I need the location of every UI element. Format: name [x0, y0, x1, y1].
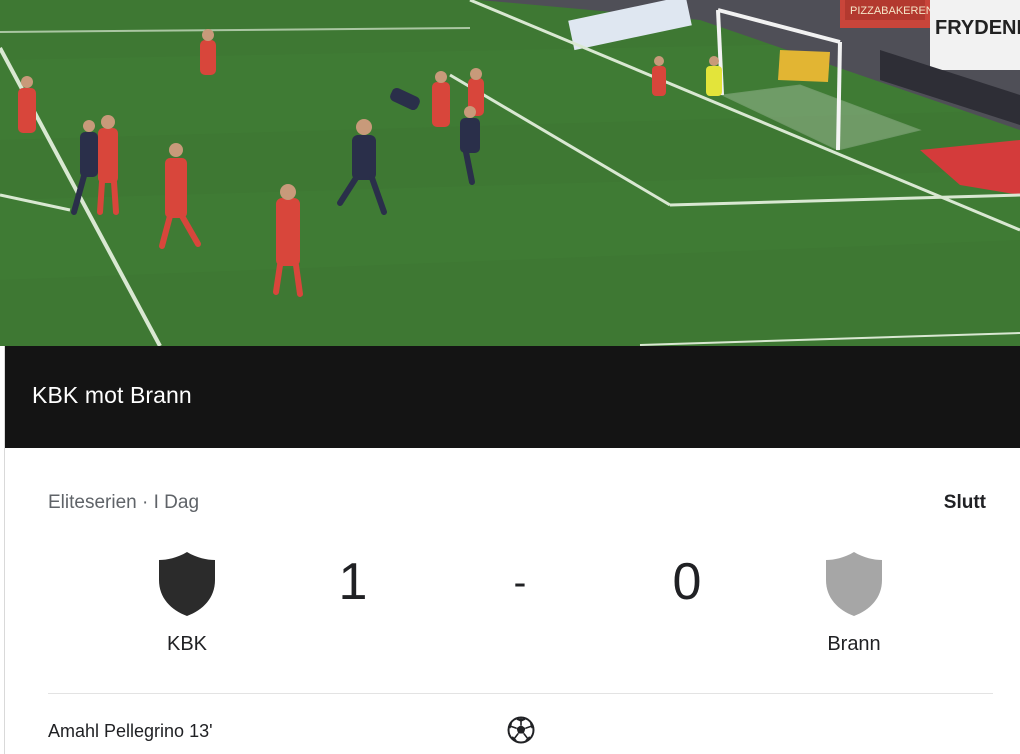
home-crest-shape	[159, 552, 215, 616]
league-date: Eliteserien · I Dag	[48, 492, 200, 513]
away-score: 0	[672, 553, 702, 611]
divider	[48, 693, 993, 694]
ad-board-frydenbo-text: FRYDENBO	[935, 17, 1020, 39]
away-crest-shape	[826, 552, 882, 616]
ad-board-pizzabakeren-text: PIZZABAKEREN	[850, 5, 934, 17]
soccer-ball-icon	[507, 716, 535, 744]
home-team-name[interactable]: KBK	[117, 633, 257, 656]
away-team-name[interactable]: Brann	[784, 633, 924, 656]
match-status: Slutt	[943, 492, 986, 513]
match-video-frame[interactable]: PIZZABAKEREN FRYDENBO	[0, 0, 1020, 346]
home-score: 1	[338, 553, 368, 611]
match-card-header: KBK mot Brann	[5, 346, 1020, 448]
score-separator: -	[513, 562, 527, 604]
home-team-crest-icon[interactable]	[157, 550, 217, 618]
away-team-crest-icon[interactable]	[824, 550, 884, 618]
ad-board-pizzabakeren: PIZZABAKEREN	[845, 0, 934, 20]
match-card[interactable]: KBK mot Brann Eliteserien · I Dag Slutt …	[4, 346, 1020, 754]
pitch-scene: PIZZABAKEREN FRYDENBO	[0, 0, 1020, 346]
match-title[interactable]: KBK mot Brann	[32, 382, 192, 409]
goal-scorer-home: Amahl Pellegrino 13'	[48, 721, 213, 741]
